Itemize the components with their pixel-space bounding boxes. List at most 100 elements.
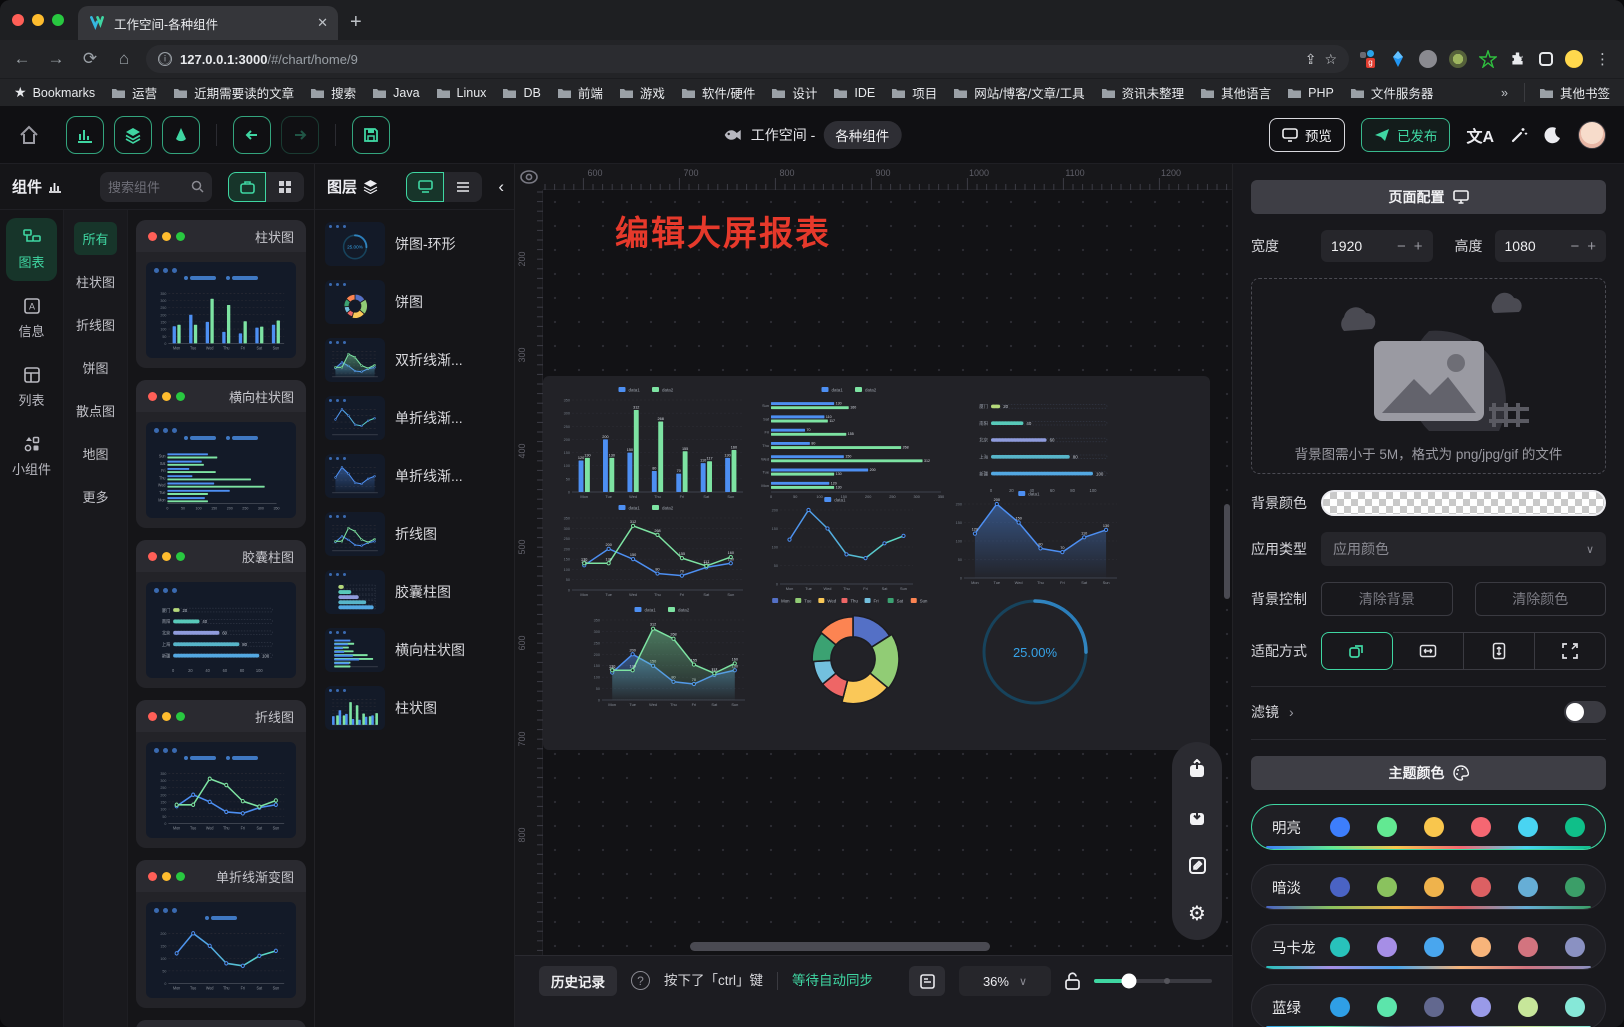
import-icon[interactable] [1179,799,1215,835]
bookmark-star-icon[interactable]: ☆ [1324,51,1337,68]
width-decrease-icon[interactable]: − [1397,238,1406,255]
height-decrease-icon[interactable]: − [1570,238,1579,255]
canvas-widget-双折线渐变图[interactable]: data1data2050100150200250300350MonTueWed… [587,604,749,710]
tab-close-icon[interactable]: ✕ [317,15,328,31]
settings-gear-icon[interactable]: ⚙ [1179,895,1215,931]
bookmark-folder-7[interactable]: 游戏 [619,83,665,102]
layer-item-2[interactable]: 双折线渐... [325,338,504,382]
canvas-widget-折线图[interactable]: data1data2050100150200250300350MonTueWed… [557,502,747,600]
export-icon[interactable] [1179,751,1215,787]
close-window-button[interactable] [12,14,24,26]
notes-panel-button[interactable] [909,966,945,996]
height-stepper[interactable]: 1080 − + [1495,230,1607,262]
bookmark-folder-11[interactable]: 项目 [891,83,937,102]
site-info-icon[interactable]: ⓘ [158,52,172,66]
user-avatar[interactable] [1578,121,1606,149]
browser-tab[interactable]: 工作空间-各种组件 ✕ [78,6,338,40]
bookmark-folder-4[interactable]: Linux [436,86,487,100]
layers-list-view-toggle[interactable] [444,172,482,202]
zoom-select[interactable]: 36%∨ [959,966,1051,996]
search-input[interactable]: 搜索组件 [100,172,212,202]
bookmark-folder-13[interactable]: 资讯未整理 [1101,83,1185,102]
canvas-widget-饼图-环形[interactable]: 25.00% [979,596,1091,708]
bookmark-folder-2[interactable]: 搜索 [310,83,356,102]
bookmark-folder-5[interactable]: DB [502,86,540,100]
magic-wand-icon[interactable] [1510,126,1528,144]
height-increase-icon[interactable]: + [1587,238,1596,255]
extension-green-circle-icon[interactable] [1449,50,1467,68]
category-折线图[interactable]: 折线图 [68,308,123,341]
sidebar-tab-图表[interactable]: 图表 [6,218,57,281]
layer-item-7[interactable]: 横向柱状图 [325,628,504,672]
forward-icon[interactable]: → [44,49,68,69]
extension-gray-icon[interactable] [1419,50,1437,68]
chart-panel-toggle-button[interactable] [66,116,104,154]
canvas-screen[interactable]: data1data2050100150200250300350MonTueWed… [543,376,1210,750]
layer-item-1[interactable]: 饼图 [325,280,504,324]
bookmark-folder-12[interactable]: 网站/博客/文章/工具 [953,83,1084,102]
language-toggle-icon[interactable]: 文A [1466,123,1494,147]
bookmarks-manager[interactable]: ★Bookmarks [14,84,95,101]
redo-button[interactable] [281,116,319,154]
component-card-单折线渐变图[interactable]: 单折线渐变图050100150200MonTueWedThuFriSatSun [136,860,306,1008]
save-button[interactable] [352,116,390,154]
single-view-toggle[interactable] [228,172,266,202]
clear-color-button[interactable]: 清除颜色 [1475,582,1607,616]
category-更多[interactable]: 更多 [74,480,116,513]
home-icon[interactable]: ⌂ [112,49,136,69]
preview-button[interactable]: 预览 [1269,118,1345,152]
fit-scale-button[interactable] [1321,632,1393,670]
canvas-widget-横向柱状图[interactable]: data1data2050100150200250300350Sun130160… [757,384,953,502]
theme-row-暗淡[interactable]: 暗淡 [1251,864,1606,910]
width-value[interactable]: 1920 [1331,238,1389,254]
canvas-widget-单折线渐变图[interactable]: data1050100150200MonTueWedThuFriSatSun [765,494,917,594]
layer-item-5[interactable]: 折线图 [325,512,504,556]
zoom-slider-knob[interactable] [1122,974,1137,989]
sidebar-tab-列表[interactable]: 列表 [6,356,57,419]
category-散点图[interactable]: 散点图 [68,394,123,427]
project-name-pill[interactable]: 各种组件 [823,121,901,149]
theme-row-马卡龙[interactable]: 马卡龙 [1251,924,1606,970]
layer-item-6[interactable]: 胶囊柱图 [325,570,504,614]
maximize-window-button[interactable] [52,14,64,26]
other-bookmarks[interactable]: 其他书签 [1524,83,1610,102]
component-card-柱状图[interactable]: 柱状图050100150200250300350MonTueWedThuFriS… [136,220,306,368]
sidebar-tab-小组件[interactable]: 小组件 [6,425,57,488]
minimize-window-button[interactable] [32,14,44,26]
help-icon[interactable]: ? [631,971,650,990]
extension-star-icon[interactable] [1479,50,1497,68]
lock-icon[interactable] [1065,972,1080,990]
category-饼图[interactable]: 饼图 [74,351,116,384]
background-upload-dropzone[interactable]: 背景图需小于 5M，格式为 png/jpg/gif 的文件 [1251,278,1606,474]
back-icon[interactable]: ← [10,49,34,69]
filter-toggle[interactable] [1564,701,1606,723]
zoom-slider[interactable] [1094,979,1212,983]
horizontal-scrollbar[interactable] [690,942,990,951]
sidebar-tab-信息[interactable]: A信息 [6,287,57,350]
filter-expand-icon[interactable]: › [1289,704,1294,720]
layers-thumbnail-view-toggle[interactable] [406,172,444,202]
width-stepper[interactable]: 1920 − + [1321,230,1433,262]
clear-background-button[interactable]: 清除背景 [1321,582,1453,616]
undo-button[interactable] [233,116,271,154]
fit-stretch-button[interactable] [1535,632,1606,670]
component-card-折线图[interactable]: 折线图050100150200250300350MonTueWedThuFriS… [136,700,306,848]
layer-item-8[interactable]: 柱状图 [325,686,504,730]
bookmark-folder-8[interactable]: 软件/硬件 [681,83,755,102]
bookmarks-overflow-icon[interactable]: » [1501,86,1508,100]
bookmark-folder-1[interactable]: 近期需要读的文章 [173,83,294,102]
fit-height-button[interactable] [1464,632,1535,670]
app-home-icon[interactable] [18,124,40,146]
fit-width-button[interactable] [1393,632,1464,670]
bookmark-folder-6[interactable]: 前端 [557,83,603,102]
extension-grammar-icon[interactable]: g [1359,50,1377,68]
reload-icon[interactable]: ⟳ [78,49,102,69]
component-card-单折线渐变面积图[interactable]: 单折线渐变面积图050100150200MonTueWedThuFriSatSu… [136,1020,306,1027]
app-type-select[interactable]: 应用颜色 ∨ [1321,532,1606,566]
bg-color-swatch[interactable] [1321,490,1606,516]
ruler-eye-icon[interactable] [515,164,543,190]
canvas-widget-单折线渐变面积图[interactable]: data1050100150200MonTueWedThuFriSatSun12… [949,488,1121,588]
layer-item-3[interactable]: 单折线渐... [325,396,504,440]
canvas-widget-柱状图[interactable]: data1data2050100150200250300350MonTueWed… [557,384,747,502]
layer-item-4[interactable]: 单折线渐... [325,454,504,498]
